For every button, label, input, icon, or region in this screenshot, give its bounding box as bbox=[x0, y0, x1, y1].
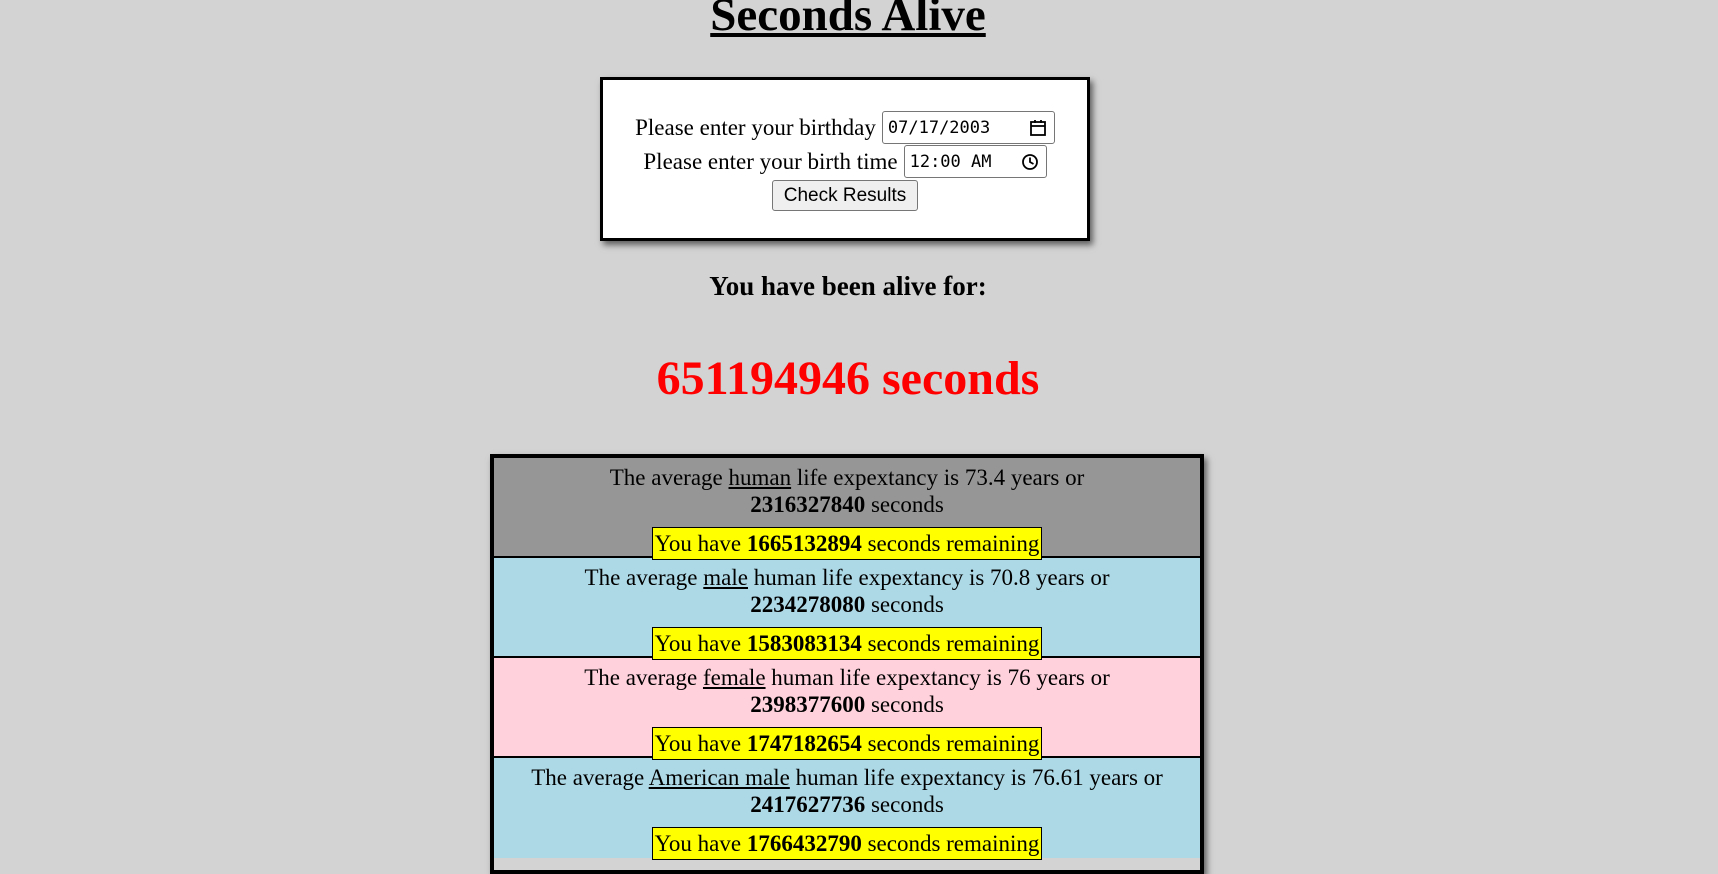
birthtime-label: Please enter your birth time bbox=[643, 148, 898, 174]
remaining-badge: You have 1747182654 seconds remaining bbox=[651, 727, 1043, 760]
remaining-suffix: seconds remaining bbox=[867, 831, 1040, 856]
result-row-male: The average male human life expextancy i… bbox=[494, 558, 1200, 660]
result-seconds-line: 2234278080 seconds bbox=[494, 591, 1200, 618]
remaining-seconds: 1583083134 bbox=[746, 631, 862, 656]
alive-seconds-count: 651194946 seconds bbox=[656, 352, 1040, 405]
clock-icon[interactable] bbox=[1020, 152, 1040, 172]
remaining-prefix: You have bbox=[654, 731, 742, 756]
remaining-prefix: You have bbox=[654, 531, 742, 556]
result-prefix: The average bbox=[584, 665, 698, 690]
life-expectancy-results: The average human life expextancy is 73.… bbox=[490, 454, 1204, 874]
result-row-american-male: The average American male human life exp… bbox=[494, 758, 1200, 860]
remaining-badge: You have 1583083134 seconds remaining bbox=[651, 627, 1043, 660]
birth-form: Please enter your birthday 07/17/2003 Pl… bbox=[600, 77, 1090, 241]
birthtime-input[interactable]: 12:00 AM bbox=[903, 145, 1047, 178]
result-seconds-line: 2316327840 seconds bbox=[494, 491, 1200, 518]
remaining-seconds: 1747182654 bbox=[746, 731, 862, 756]
result-row-human: The average human life expextancy is 73.… bbox=[494, 458, 1200, 560]
calendar-icon[interactable] bbox=[1028, 118, 1048, 138]
button-row: Check Results bbox=[603, 180, 1087, 211]
result-subject: female bbox=[702, 665, 766, 690]
remaining-suffix: seconds remaining bbox=[867, 731, 1040, 756]
birthday-input[interactable]: 07/17/2003 bbox=[881, 111, 1055, 144]
birthday-row: Please enter your birthday 07/17/2003 bbox=[603, 111, 1087, 144]
result-seconds-unit: seconds bbox=[870, 692, 944, 717]
birthtime-row: Please enter your birth time 12:00 AM bbox=[603, 145, 1087, 178]
page-title: Seconds Alive bbox=[710, 0, 986, 41]
result-seconds: 2316327840 bbox=[750, 492, 866, 517]
result-subject: American male bbox=[648, 765, 790, 790]
remaining-suffix: seconds remaining bbox=[867, 631, 1040, 656]
result-prefix: The average bbox=[584, 565, 698, 590]
remaining-prefix: You have bbox=[654, 831, 742, 856]
result-seconds-line: 2417627736 seconds bbox=[494, 791, 1200, 818]
check-results-button[interactable]: Check Results bbox=[771, 180, 919, 211]
remaining-seconds: 1665132894 bbox=[746, 531, 862, 556]
result-suffix: human life expextancy is 70.8 years or bbox=[753, 565, 1110, 590]
remaining-badge: You have 1665132894 seconds remaining bbox=[651, 527, 1043, 560]
alive-heading: You have been alive for: bbox=[709, 271, 987, 301]
birthtime-value: 12:00 AM bbox=[909, 151, 992, 172]
remaining-badge: You have 1766432790 seconds remaining bbox=[651, 827, 1043, 860]
result-suffix: human life expextancy is 76 years or bbox=[771, 665, 1110, 690]
result-seconds: 2398377600 bbox=[750, 692, 866, 717]
result-seconds: 2234278080 bbox=[750, 592, 866, 617]
result-seconds-unit: seconds bbox=[870, 492, 944, 517]
result-seconds: 2417627736 bbox=[750, 792, 866, 817]
result-row-female: The average female human life expextancy… bbox=[494, 658, 1200, 760]
result-seconds-unit: seconds bbox=[870, 792, 944, 817]
result-seconds-unit: seconds bbox=[870, 592, 944, 617]
result-prefix: The average bbox=[609, 465, 723, 490]
result-subject: human bbox=[728, 465, 792, 490]
remaining-seconds: 1766432790 bbox=[746, 831, 862, 856]
result-subject: male bbox=[703, 565, 748, 590]
birthday-label: Please enter your birthday bbox=[635, 114, 876, 140]
remaining-prefix: You have bbox=[654, 631, 742, 656]
result-suffix: life expextancy is 73.4 years or bbox=[796, 465, 1085, 490]
result-suffix: human life expextancy is 76.61 years or bbox=[795, 765, 1163, 790]
birthday-value: 07/17/2003 bbox=[887, 117, 991, 138]
result-seconds-line: 2398377600 seconds bbox=[494, 691, 1200, 718]
remaining-suffix: seconds remaining bbox=[867, 531, 1040, 556]
result-prefix: The average bbox=[531, 765, 645, 790]
